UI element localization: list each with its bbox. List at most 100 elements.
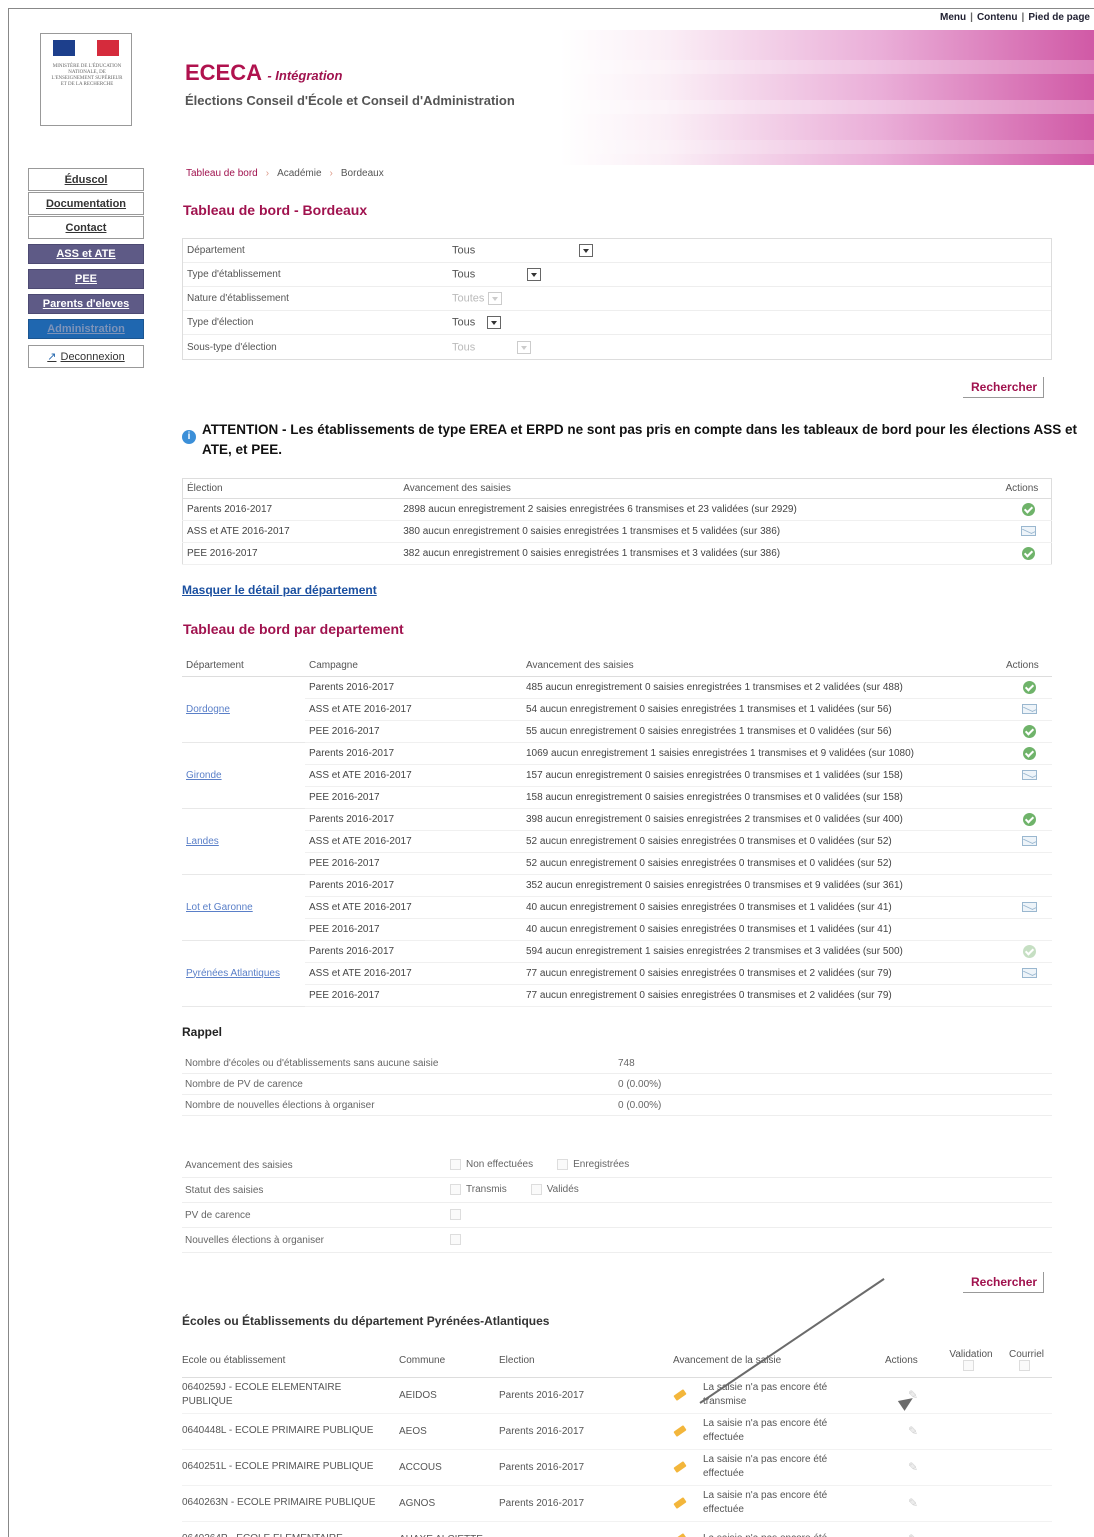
dept-action-check-icon[interactable] [1022,680,1036,694]
school-commune: AHAXE ALCIETTE [399,1521,499,1537]
dept-progress: 40 aucun enregistrement 0 saisies enregi… [522,896,1002,919]
search-button-2[interactable]: Rechercher [963,1272,1045,1293]
validation-select-all-checkbox[interactable] [963,1360,974,1371]
status-filter-checkbox[interactable] [530,1184,542,1196]
dept-link[interactable]: Dordogne [186,704,230,715]
status-filter-label: Avancement des saisies [185,1159,293,1171]
sidebar-item-label: Deconnexion [60,351,125,363]
school-status: La saisie n'a pas encore été [703,1532,863,1537]
sidebar-item-1[interactable]: Documentation [28,192,144,215]
dept-action-check-icon[interactable] [1022,746,1036,760]
status-filter-option[interactable]: Non effectuées [450,1159,534,1171]
top-link-menu[interactable]: Menu [936,12,970,23]
hide-department-detail-link[interactable]: Masquer le détail par département [182,583,377,597]
sidebar-item-0[interactable]: Éduscol [28,168,144,191]
filter-row: Type d'élection Tous [183,311,1051,335]
schools-header-actions: Actions [885,1345,941,1378]
status-filter-option[interactable] [450,1209,466,1221]
school-name: 0640263N - ECOLE PRIMAIRE PUBLIQUE [182,1485,399,1522]
edit-icon[interactable]: ✎ [908,1460,918,1474]
dept-progress: 398 aucun enregistrement 0 saisies enreg… [522,808,1002,831]
dept-row: PEE 2016-2017 40 aucun enregistrement 0 s… [182,918,1052,941]
dept-header-campaign: Campagne [305,656,522,677]
filter-label: Département [187,245,245,256]
summary-action-check-icon[interactable] [1021,547,1035,560]
dept-row: ASS et ATE 2016-2017 157 aucun enregistre… [182,764,1052,787]
dept-link[interactable]: Lot et Garonne [186,902,253,913]
dept-header-progress: Avancement des saisies [522,656,1002,677]
status-filter-option[interactable] [450,1234,466,1246]
summary-actions [1001,542,1052,565]
school-actions: ✎ [885,1485,941,1522]
school-row: 0640259J - ECOLE ELEMENTAIRE PUBLIQUE AEI… [182,1377,1052,1414]
sidebar-item-3[interactable]: ASS et ATE [28,244,144,264]
filter-select[interactable]: Tous [452,268,542,281]
dept-actions [1002,698,1052,721]
dept-row: Lot et Garonne Parents 2016-2017 352 aucun… [182,874,1052,941]
filter-row: Nature d'établissement Toutes [183,287,1051,311]
dept-progress: 77 aucun enregistrement 0 saisies enregi… [522,984,1002,1007]
search-button[interactable]: Rechercher [963,377,1045,398]
status-filter-option-label: Non effectuées [466,1159,534,1171]
dept-action-mail-icon[interactable] [1021,703,1037,714]
status-filter-checkbox[interactable] [450,1209,461,1221]
top-link-pied-de-page[interactable]: Pied de page [1024,12,1094,23]
summary-action-mail-icon[interactable] [1020,526,1036,537]
edit-icon[interactable]: ✎ [908,1496,918,1510]
ministry-logo: MINISTÈRE DE L'ÉDUCATION NATIONALE, DE L… [40,33,132,126]
school-email [1001,1377,1052,1414]
email-select-all-checkbox[interactable] [1018,1360,1030,1371]
filter-select[interactable]: Tous [452,316,502,329]
dept-link[interactable]: Gironde [186,770,222,781]
breadcrumb-item-bordeaux: Bordeaux [340,168,384,179]
status-filter-option[interactable]: Transmis [450,1184,507,1196]
edit-icon[interactable]: ✎ [908,1532,918,1537]
filter-row: Sous-type d'élection Tous [183,335,1051,359]
status-filter-option-label: Validés [546,1184,579,1196]
edit-icon[interactable]: ✎ [908,1424,918,1438]
breadcrumb-item-academie[interactable]: Académie [277,168,321,179]
rappel-title: Rappel [182,1025,223,1039]
dept-action-mail-icon[interactable] [1021,769,1037,780]
dept-action-mail-icon[interactable] [1021,967,1037,978]
dept-table: Département Campagne Avancement des sais… [182,656,1052,1007]
header-banner [560,30,1094,165]
filter-select[interactable]: Tous [452,244,594,257]
sidebar-item-7[interactable]: ↗ Deconnexion [28,345,144,368]
dept-row: ASS et ATE 2016-2017 52 aucun enregistrem… [182,830,1052,853]
schools-title: Écoles ou Établissements du département … [182,1314,550,1328]
rappel-row: Nombre de PV de carence 0 (0.00%) [182,1074,1052,1095]
filter-form: Département Tous Type d'établissement Tous N… [182,238,1052,360]
sidebar-item-6[interactable]: Administration [28,319,144,339]
school-status: La saisie n'a pas encore été effectuée [703,1454,828,1479]
app-brand-suffix: - Intégration [267,68,343,83]
page-frame-top [8,8,1094,9]
dept-row: PEE 2016-2017 52 aucun enregistrement 0 s… [182,852,1052,875]
status-filter-option[interactable]: Validés [530,1184,579,1196]
dept-link[interactable]: Pyrénées Atlantiques [186,968,280,979]
breadcrumb-item-dashboard[interactable]: Tableau de bord [186,168,258,179]
schools-table: Ecole ou établissement Commune Election … [182,1345,1052,1537]
sidebar-item-5[interactable]: Parents d'eleves [28,294,144,314]
sidebar-item-2[interactable]: Contact [28,216,144,239]
dept-action-mail-icon[interactable] [1021,901,1037,912]
status-filter-option[interactable]: Enregistrées [557,1159,629,1171]
status-filter-checkbox[interactable] [450,1184,461,1196]
dept-action-check-icon[interactable] [1022,812,1036,826]
status-filter-checkbox[interactable] [450,1234,461,1246]
sidebar-item-4[interactable]: PEE [28,269,144,289]
summary-progress: 2898 aucun enregistrement 2 saisies enre… [399,498,1002,521]
summary-action-check-icon[interactable] [1021,503,1035,516]
summary-row: ASS et ATE 2016-2017 380 aucun enregistre… [182,520,1052,543]
dept-action-check-icon[interactable] [1022,944,1036,958]
status-filter-checkbox[interactable] [557,1159,569,1171]
dept-actions [1002,896,1052,919]
status-filter-checkbox[interactable] [450,1159,461,1171]
dept-actions [1002,940,1052,963]
dept-link[interactable]: Landes [186,836,219,847]
top-link-contenu[interactable]: Contenu [973,12,1022,23]
dept-action-check-icon[interactable] [1022,724,1036,738]
schools-header-validation: Validation [941,1345,1001,1378]
dept-action-mail-icon[interactable] [1021,835,1037,846]
school-row: 0640264P - ECOLE ELEMENTAIREAHAXE ALCIET… [182,1521,1052,1537]
